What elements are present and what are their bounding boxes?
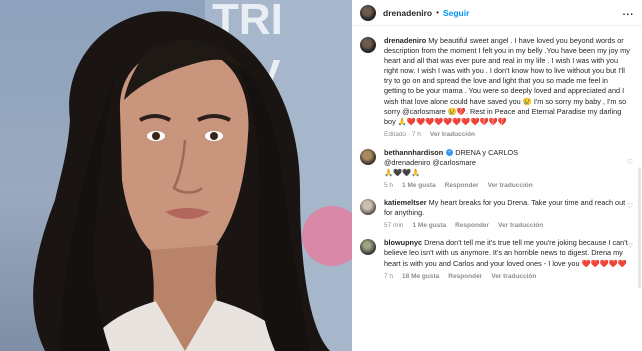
comment-line: 🙏🖤🖤🙏 (384, 168, 421, 178)
translate-link[interactable]: Ver traducción (488, 182, 533, 189)
verified-badge-icon: ✓ (446, 149, 454, 157)
caption-text: drenadeniro My beautiful sweet angel . I… (384, 36, 630, 127)
comment-avatar[interactable] (360, 199, 376, 216)
scrollbar[interactable] (638, 168, 641, 288)
caption-edited: Editado · 7 h (384, 130, 421, 138)
pupil-right (210, 132, 218, 140)
heart-icon[interactable]: ♡ (627, 242, 633, 250)
comment-line: @drenadeniro @carlosmare (384, 157, 476, 167)
caption-meta: Editado · 7 h Ver traducción (384, 131, 630, 138)
caption-translate-link[interactable]: Ver traducción (430, 131, 475, 138)
comment-username[interactable]: bethannhardison (384, 148, 443, 157)
heart-icon[interactable]: ♡ (627, 158, 633, 166)
comment-item: katiemeltser My heart breaks for you Dre… (352, 198, 642, 229)
caption-avatar[interactable] (360, 37, 376, 53)
comment-time[interactable]: 7 h (384, 273, 393, 280)
comment-likes[interactable]: 18 Me gusta (402, 273, 439, 280)
heart-icon[interactable]: ♡ (627, 202, 633, 210)
comment-text: blowupnyc Drena don't tell me it's true … (384, 238, 630, 268)
comment-time[interactable]: 5 h (384, 182, 393, 189)
post-photo: TRI T V (0, 0, 352, 351)
comment-text: bethannhardison ✓ DRENA y CARLOS @drenad… (384, 148, 630, 178)
follow-button[interactable]: Seguir (443, 8, 469, 18)
author-username[interactable]: drenadeniro (383, 8, 432, 18)
author-avatar[interactable] (360, 4, 376, 21)
reply-button[interactable]: Responder (448, 273, 482, 280)
caption-username[interactable]: drenadeniro (384, 36, 426, 45)
comment-meta: 7 h 18 Me gusta Responder Ver traducción (384, 273, 630, 280)
comment-meta: 5 h 1 Me gusta Responder Ver traducción (384, 182, 630, 189)
comment-likes[interactable]: 1 Me gusta (413, 222, 447, 229)
translate-link[interactable]: Ver traducción (498, 222, 543, 229)
reply-button[interactable]: Responder (455, 222, 489, 229)
comment-likes[interactable]: 1 Me gusta (402, 182, 436, 189)
comment-avatar[interactable] (360, 239, 376, 256)
comment-username[interactable]: katiemeltser (384, 198, 427, 207)
more-options-icon[interactable]: ... (623, 7, 634, 18)
comment-time[interactable]: 57 min (384, 222, 404, 229)
comment-username[interactable]: blowupnyc (384, 238, 422, 247)
post-details-panel: drenadeniro • Seguir ... drenadeniro My … (352, 0, 642, 351)
post-caption: drenadeniro My beautiful sweet angel . I… (352, 36, 642, 138)
reply-button[interactable]: Responder (445, 182, 479, 189)
comment-line: DRENA y CARLOS (455, 147, 519, 157)
comment-meta: 57 min 1 Me gusta Responder Ver traducci… (384, 222, 630, 229)
portrait-illustration: TRI T V (33, 0, 352, 351)
caption-body: My beautiful sweet angel . I have loved … (384, 36, 630, 126)
pupil-left (152, 132, 160, 140)
comment-text: katiemeltser My heart breaks for you Dre… (384, 198, 630, 218)
separator-dot: • (436, 8, 439, 17)
post-header: drenadeniro • Seguir ... (352, 0, 642, 26)
translate-link[interactable]: Ver traducción (491, 273, 536, 280)
comment-item: bethannhardison ✓ DRENA y CARLOS @drenad… (352, 148, 642, 189)
comment-item: blowupnyc Drena don't tell me it's true … (352, 238, 642, 280)
comment-avatar[interactable] (360, 148, 376, 165)
